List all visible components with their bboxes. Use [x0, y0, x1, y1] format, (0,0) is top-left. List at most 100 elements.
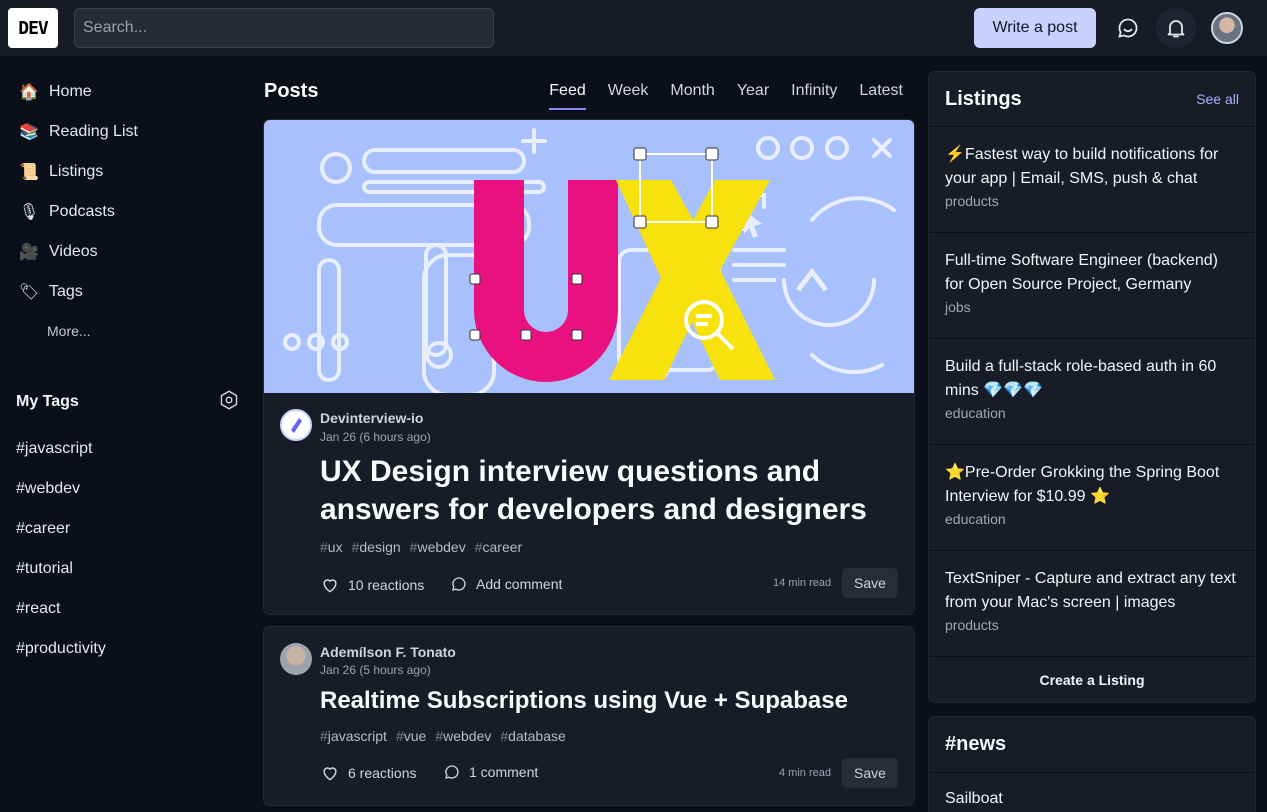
- sidebar-item-listings[interactable]: 📜 Listings: [8, 152, 248, 192]
- reactions-count: 6 reactions: [348, 765, 417, 781]
- chat-icon[interactable]: [1108, 8, 1148, 48]
- listing-item[interactable]: Build a full-stack role-based auth in 60…: [929, 339, 1255, 445]
- news-panel: #news Sailboat: [929, 717, 1255, 812]
- see-all-link[interactable]: See all: [1196, 91, 1239, 107]
- write-post-button[interactable]: Write a post: [974, 8, 1096, 48]
- listings-title: Listings: [945, 87, 1022, 110]
- tag-link[interactable]: #javascript: [8, 429, 248, 469]
- post-tags: #ux #design #webdev #career: [320, 539, 522, 555]
- comments-label: 1 comment: [469, 764, 539, 780]
- post-date: Jan 26 (6 hours ago): [320, 430, 431, 444]
- listing-title: Build a full-stack role-based auth in 60…: [945, 358, 1217, 399]
- post-tag[interactable]: #webdev: [435, 728, 491, 744]
- bell-icon[interactable]: [1156, 8, 1196, 48]
- tag-link[interactable]: #career: [8, 509, 248, 549]
- post-tag[interactable]: #career: [475, 539, 522, 555]
- listings-icon: 📜: [19, 164, 39, 181]
- top-header: DEV Write a post: [0, 0, 1267, 56]
- comment-icon: [445, 765, 459, 779]
- tab-latest[interactable]: Latest: [848, 80, 914, 110]
- listing-item[interactable]: Full-time Software Engineer (backend) fo…: [929, 233, 1255, 339]
- listing-title: ⭐Pre-Order Grokking the Spring Boot Inte…: [945, 464, 1220, 505]
- comments-label: Add comment: [476, 576, 563, 592]
- post-tag[interactable]: #design: [352, 539, 401, 555]
- microphone-icon: 🎙: [18, 204, 40, 221]
- search-input[interactable]: [74, 8, 494, 48]
- sidebar-item-home[interactable]: 🏠 Home: [8, 72, 248, 112]
- reading-list-icon: 📚: [19, 124, 39, 141]
- save-button[interactable]: Save: [842, 758, 898, 788]
- tag-link[interactable]: #tutorial: [8, 549, 248, 589]
- comment-icon: [452, 577, 466, 591]
- posts-heading: Posts: [264, 80, 319, 102]
- reactions-count: 10 reactions: [348, 577, 425, 593]
- tab-infinity[interactable]: Infinity: [780, 80, 848, 110]
- post-card[interactable]: Devinterview-io Jan 26 (6 hours ago) UX …: [264, 120, 914, 614]
- dev-logo[interactable]: DEV: [8, 8, 58, 48]
- reactions-button[interactable]: 10 reactions: [320, 575, 424, 595]
- user-avatar[interactable]: [1211, 12, 1243, 44]
- heart-icon: [323, 767, 337, 781]
- tab-week[interactable]: Week: [597, 80, 660, 110]
- post-tag[interactable]: #webdev: [410, 539, 466, 555]
- author-name[interactable]: Ademílson F. Tonato: [320, 644, 456, 660]
- post-tag[interactable]: #javascript: [320, 728, 387, 744]
- my-tags-title: My Tags: [16, 393, 79, 410]
- post-title[interactable]: UX Design interview questions and answer…: [320, 453, 880, 529]
- post-date: Jan 26 (5 hours ago): [320, 663, 431, 677]
- sidebar-item-tags[interactable]: 🏷 Tags: [8, 272, 248, 312]
- author-avatar[interactable]: [280, 409, 312, 441]
- post-title[interactable]: Realtime Subscriptions using Vue + Supab…: [320, 686, 880, 716]
- gear-icon[interactable]: [218, 389, 240, 416]
- sidebar-item-label: Podcasts: [49, 203, 115, 220]
- post-tags: #javascript #vue #webdev #database: [320, 728, 566, 744]
- news-title[interactable]: #news: [929, 717, 1255, 773]
- tab-feed[interactable]: Feed: [538, 80, 596, 110]
- reactions-button[interactable]: 6 reactions: [320, 763, 416, 783]
- listing-title: ⚡Fastest way to build notifications for …: [945, 146, 1219, 187]
- sidebar-item-videos[interactable]: 🎥 Videos: [8, 232, 248, 272]
- listing-title: Full-time Software Engineer (backend) fo…: [945, 252, 1219, 293]
- post-tag[interactable]: #ux: [320, 539, 343, 555]
- sidebar-item-label: Listings: [49, 163, 104, 180]
- sidebar-item-label: Tags: [49, 283, 83, 300]
- listing-category: jobs: [945, 299, 971, 315]
- video-icon: 🎥: [19, 244, 39, 261]
- sidebar-more-link[interactable]: More...: [8, 312, 248, 350]
- sidebar-item-label: Home: [49, 83, 92, 100]
- my-tags-list: #javascript #webdev #career #tutorial #r…: [8, 429, 248, 669]
- listings-panel: Listings See all ⚡Fastest way to build n…: [929, 72, 1255, 702]
- comments-button[interactable]: 1 comment: [443, 763, 538, 781]
- create-listing-link[interactable]: Create a Listing: [929, 657, 1255, 702]
- sidebar-item-label: Reading List: [49, 123, 138, 140]
- save-button[interactable]: Save: [842, 568, 898, 598]
- post-cover-image[interactable]: [264, 120, 914, 393]
- sidebar-item-reading-list[interactable]: 📚 Reading List: [8, 112, 248, 152]
- sidebar-item-label: Videos: [49, 243, 98, 260]
- feed-tabs: Feed Week Month Year Infinity Latest: [538, 80, 914, 110]
- listing-item[interactable]: ⭐Pre-Order Grokking the Spring Boot Inte…: [929, 445, 1255, 551]
- tag-icon: 🏷: [18, 284, 40, 301]
- ux-cover-illustration: [264, 120, 914, 393]
- listings-header: Listings See all: [929, 72, 1255, 127]
- post-tag[interactable]: #database: [500, 728, 565, 744]
- tab-month[interactable]: Month: [659, 80, 725, 110]
- news-item[interactable]: Sailboat: [929, 773, 1255, 812]
- sidebar-nav: 🏠 Home 📚 Reading List 📜 Listings 🎙 Podca…: [8, 72, 248, 350]
- tag-link[interactable]: #react: [8, 589, 248, 629]
- listing-title: TextSniper - Capture and extract any tex…: [945, 570, 1236, 611]
- tag-link[interactable]: #webdev: [8, 469, 248, 509]
- author-avatar[interactable]: [280, 643, 312, 675]
- listing-item[interactable]: TextSniper - Capture and extract any tex…: [929, 551, 1255, 657]
- tab-year[interactable]: Year: [726, 80, 780, 110]
- author-name[interactable]: Devinterview-io: [320, 410, 423, 426]
- listing-category: education: [945, 511, 1006, 527]
- post-tag[interactable]: #vue: [396, 728, 426, 744]
- post-card[interactable]: Ademílson F. Tonato Jan 26 (5 hours ago)…: [264, 627, 914, 805]
- sidebar-item-podcasts[interactable]: 🎙 Podcasts: [8, 192, 248, 232]
- tag-link[interactable]: #productivity: [8, 629, 248, 669]
- listing-item[interactable]: ⚡Fastest way to build notifications for …: [929, 127, 1255, 233]
- my-tags-header: My Tags: [16, 388, 240, 416]
- read-time: 4 min read: [779, 767, 831, 779]
- comments-button[interactable]: Add comment: [450, 575, 562, 593]
